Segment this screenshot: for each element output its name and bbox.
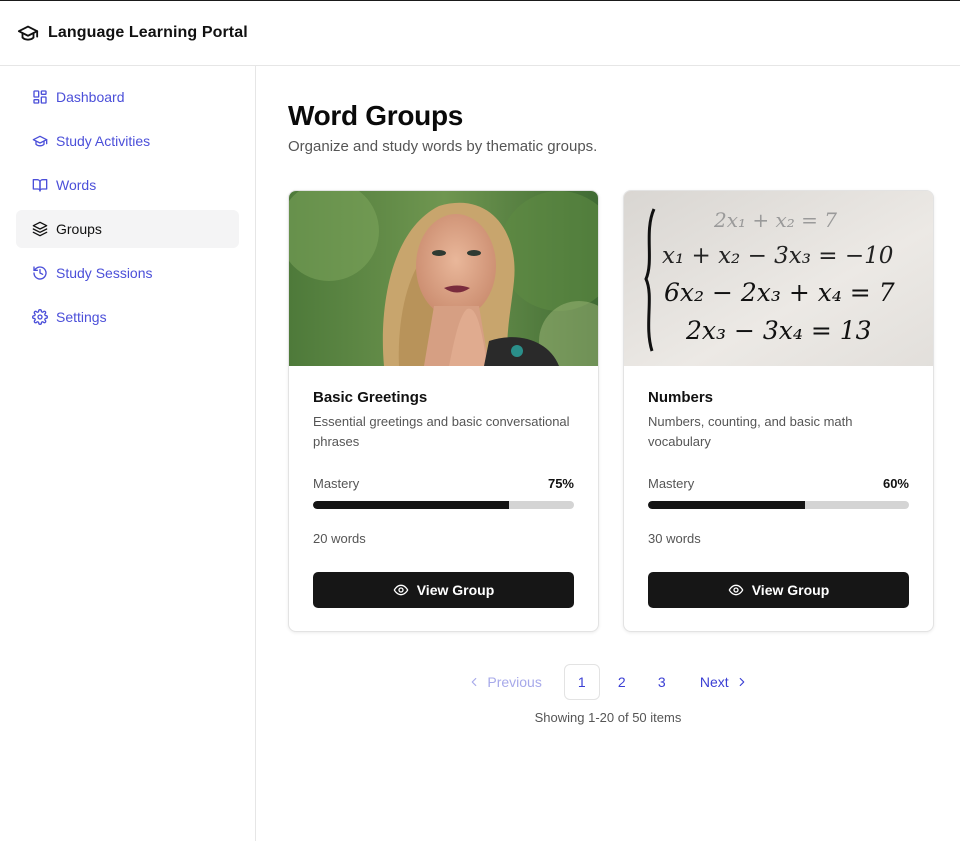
next-page-button[interactable]: Next	[700, 674, 749, 690]
chevron-left-icon	[467, 675, 481, 689]
equation-1: 2x₁ + x₂ = 7	[713, 208, 837, 232]
mastery-progress-fill	[313, 501, 509, 509]
page-button-2[interactable]: 2	[604, 664, 640, 700]
sidebar-item-label: Study Sessions	[56, 265, 153, 281]
mastery-row: Mastery 60%	[648, 476, 909, 491]
group-image-portrait	[289, 191, 598, 366]
group-card-numbers: 2x₁ + x₂ = 7 x₁ + x₂ − 3x₃ = −10 6x₂ − 2…	[623, 190, 934, 632]
sidebar-item-study-sessions[interactable]: Study Sessions	[16, 254, 239, 292]
word-count: 30 words	[648, 531, 701, 546]
chevron-right-icon	[735, 675, 749, 689]
view-group-label: View Group	[751, 582, 830, 598]
layout-dashboard-icon	[32, 89, 48, 105]
sidebar-item-groups[interactable]: Groups	[16, 210, 239, 248]
graduation-cap-icon	[32, 133, 48, 149]
page-title: Word Groups	[288, 100, 464, 131]
eye-icon	[393, 582, 409, 598]
layers-icon	[32, 221, 48, 237]
app-title: Language Learning Portal	[48, 24, 248, 41]
pagination: Previous 1 2 3 Next	[256, 664, 960, 700]
settings-icon	[32, 309, 48, 325]
sidebar-item-settings[interactable]: Settings	[16, 298, 239, 336]
word-count: 20 words	[313, 531, 366, 546]
equation-3: 6x₂ − 2x₃ + x₄ = 7	[664, 278, 895, 307]
equation-2: x₁ + x₂ − 3x₃ = −10	[662, 243, 893, 269]
sidebar-item-label: Study Activities	[56, 133, 151, 149]
page-button-3[interactable]: 3	[644, 664, 680, 700]
previous-label: Previous	[487, 674, 542, 690]
pagination-summary: Showing 1-20 of 50 items	[534, 710, 682, 725]
main-content: Word Groups Organize and study words by …	[256, 66, 960, 841]
eye-icon	[728, 582, 744, 598]
group-title: Numbers	[648, 389, 714, 406]
book-open-icon	[32, 177, 48, 193]
mastery-value: 75%	[547, 476, 574, 491]
view-group-label: View Group	[416, 582, 495, 598]
equation-4: 2x₃ − 3x₄ = 13	[685, 316, 872, 345]
sidebar-item-label: Settings	[56, 309, 107, 325]
page-subtitle: Organize and study words by thematic gro…	[288, 138, 598, 155]
view-group-button[interactable]: View Group	[648, 572, 909, 608]
mastery-progress-bar	[313, 501, 574, 509]
view-group-button[interactable]: View Group	[313, 572, 574, 608]
sidebar: Dashboard Study Activities Words Groups	[0, 66, 256, 841]
mastery-row: Mastery 75%	[313, 476, 574, 491]
sidebar-item-label: Words	[56, 177, 97, 193]
group-image-equations: 2x₁ + x₂ = 7 x₁ + x₂ − 3x₃ = −10 6x₂ − 2…	[624, 191, 933, 366]
sidebar-item-study-activities[interactable]: Study Activities	[16, 122, 239, 160]
sidebar-item-words[interactable]: Words	[16, 166, 239, 204]
app-header: Language Learning Portal	[0, 1, 960, 66]
sidebar-item-dashboard[interactable]: Dashboard	[16, 78, 239, 116]
group-description: Numbers, counting, and basic math vocabu…	[648, 414, 853, 449]
graduation-cap-icon	[16, 21, 40, 45]
next-label: Next	[699, 674, 729, 690]
page-button-1[interactable]: 1	[563, 664, 600, 700]
history-icon	[32, 265, 48, 281]
mastery-progress-bar	[648, 501, 909, 509]
sidebar-item-label: Dashboard	[56, 89, 125, 105]
mastery-label: Mastery	[648, 476, 695, 491]
sidebar-item-label: Groups	[56, 221, 102, 237]
mastery-value: 60%	[882, 476, 909, 491]
previous-page-button[interactable]: Previous	[467, 674, 542, 690]
mastery-progress-fill	[648, 501, 805, 509]
group-card-basic-greetings: Basic Greetings Essential greetings and …	[288, 190, 599, 632]
group-description: Essential greetings and basic conversati…	[313, 414, 570, 449]
group-title: Basic Greetings	[313, 389, 428, 406]
mastery-label: Mastery	[313, 476, 360, 491]
